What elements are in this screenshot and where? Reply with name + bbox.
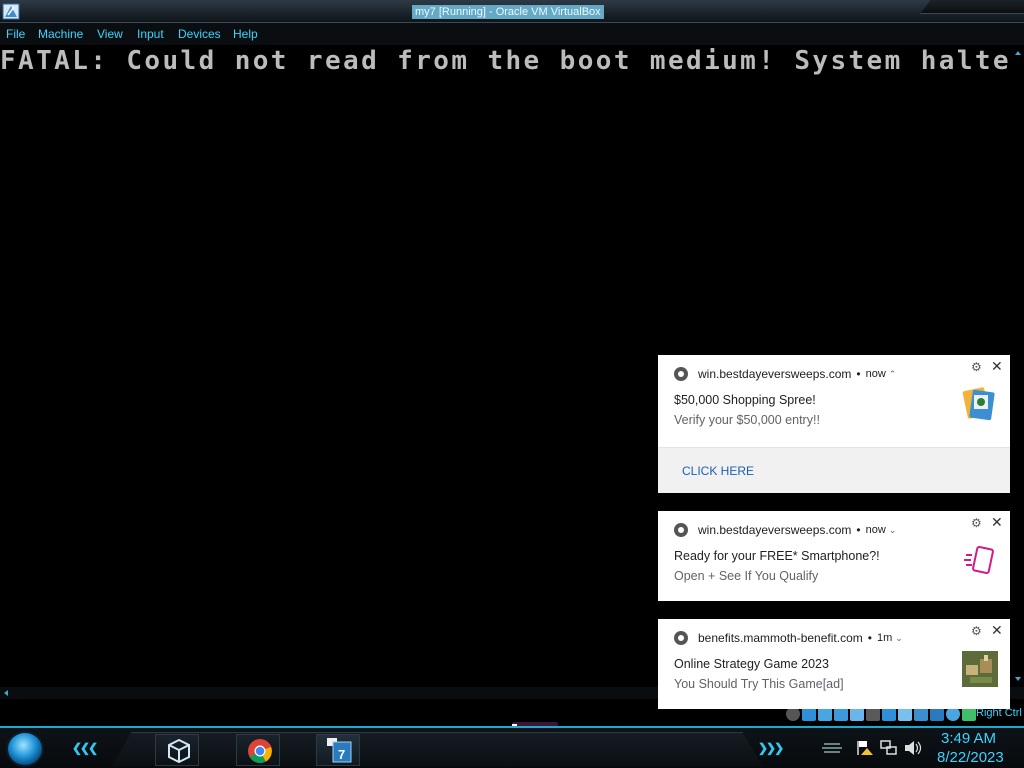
- separator-dot: •: [867, 631, 872, 645]
- gear-icon[interactable]: ⚙: [971, 516, 982, 530]
- scroll-down-arrow-icon[interactable]: [1015, 677, 1021, 681]
- close-icon[interactable]: ✕: [991, 622, 1003, 639]
- virtualbox-app-icon[interactable]: [2, 3, 20, 20]
- gear-icon[interactable]: ⚙: [971, 624, 982, 638]
- notification-body: Open + See If You Qualify: [674, 569, 819, 583]
- screen: my7 [Running] - Oracle VM VirtualBox Fil…: [0, 0, 1024, 768]
- notification-header: win.bestdayeversweeps.com • now ⌃: [674, 367, 896, 381]
- cpu-icon[interactable]: [914, 707, 928, 721]
- taskbar-chevrons-right: ❯❯❯: [758, 741, 784, 755]
- taskbar-windows7-vm-button[interactable]: 7: [316, 734, 360, 766]
- optical-drive-icon[interactable]: [802, 707, 816, 721]
- notification-time: now: [865, 368, 886, 380]
- menu-machine[interactable]: Machine: [38, 27, 83, 41]
- chevron-down-icon[interactable]: ⌄: [895, 633, 903, 644]
- menu-view[interactable]: View: [97, 27, 123, 41]
- menu-devices[interactable]: Devices: [178, 27, 221, 41]
- separator-dot: •: [856, 523, 861, 537]
- notification-source: win.bestdayeversweeps.com: [698, 523, 852, 537]
- close-icon[interactable]: ✕: [991, 358, 1003, 375]
- chevron-down-icon[interactable]: ⌄: [889, 525, 897, 536]
- window-title: my7 [Running] - Oracle VM VirtualBox: [412, 5, 604, 19]
- chrome-icon: [674, 631, 688, 645]
- boot-error-message: FATAL: Could not read from the boot medi…: [0, 46, 1012, 76]
- cards-icon: [962, 387, 995, 421]
- window-controls[interactable]: [920, 0, 1024, 14]
- mouse-integration-icon[interactable]: [946, 707, 960, 721]
- close-icon[interactable]: ✕: [991, 514, 1003, 531]
- display-icon[interactable]: [882, 707, 896, 721]
- notification-body: You Should Try This Game[ad]: [674, 677, 844, 691]
- network-icon[interactable]: [880, 740, 898, 756]
- notification-time: now: [865, 524, 886, 536]
- usb-icon[interactable]: [850, 707, 864, 721]
- flag-warning-icon[interactable]: [856, 740, 874, 756]
- notification-title: Online Strategy Game 2023: [674, 657, 829, 671]
- virtualbox-icon: [168, 738, 190, 764]
- show-hidden-icons-icon[interactable]: [820, 740, 844, 756]
- notification-toast[interactable]: win.bestdayeversweeps.com • now ⌄ ⚙ ✕ Re…: [658, 511, 1010, 601]
- notification-body: Verify your $50,000 entry!!: [674, 413, 820, 427]
- notification-source: win.bestdayeversweeps.com: [698, 367, 852, 381]
- taskbar-chevrons-left: ❮❮❮: [72, 741, 98, 755]
- keyboard-icon[interactable]: [962, 707, 976, 721]
- scroll-up-arrow-icon[interactable]: [1015, 51, 1021, 55]
- menu-bar: File Machine View Input Devices Help: [0, 23, 1024, 45]
- action-label: CLICK HERE: [682, 464, 755, 478]
- menu-input[interactable]: Input: [137, 27, 164, 41]
- chevron-up-icon[interactable]: ⌃: [889, 369, 897, 380]
- gear-icon[interactable]: ⚙: [971, 360, 982, 374]
- windows7-vm-icon: 7: [327, 738, 352, 763]
- taskbar-virtualbox-button[interactable]: [155, 734, 199, 766]
- menu-file[interactable]: File: [6, 27, 25, 41]
- notification-header: benefits.mammoth-benefit.com • 1m ⌄: [674, 631, 903, 645]
- volume-icon[interactable]: [904, 740, 922, 756]
- recording-icon[interactable]: [898, 707, 912, 721]
- audio-icon[interactable]: [818, 707, 832, 721]
- notification-header: win.bestdayeversweeps.com • now ⌄: [674, 523, 896, 537]
- shared-folder-icon[interactable]: [866, 707, 880, 721]
- notification-title: Ready for your FREE* Smartphone?!: [674, 549, 880, 563]
- start-button[interactable]: [6, 731, 44, 767]
- svg-text:7: 7: [338, 747, 345, 762]
- chrome-icon: [674, 367, 688, 381]
- status-icons: [786, 707, 976, 723]
- clock-time[interactable]: 3:49 AM: [941, 730, 996, 747]
- clock-date[interactable]: 8/22/2023: [937, 749, 1004, 766]
- separator-dot: •: [856, 367, 861, 381]
- notification-title: $50,000 Shopping Spree!: [674, 393, 816, 407]
- notification-toast[interactable]: win.bestdayeversweeps.com • now ⌃ ⚙ ✕ $5…: [658, 355, 1010, 493]
- smartphone-icon: [964, 545, 994, 575]
- harddisk-icon[interactable]: [786, 707, 800, 721]
- chrome-icon: [674, 523, 688, 537]
- notification-toast[interactable]: benefits.mammoth-benefit.com • 1m ⌄ ⚙ ✕ …: [658, 619, 1010, 709]
- menu-help[interactable]: Help: [233, 27, 258, 41]
- taskbar-chrome-button[interactable]: [236, 734, 280, 766]
- click-here-button[interactable]: CLICK HERE: [658, 447, 1010, 493]
- notification-time: 1m: [876, 632, 893, 644]
- chrome-icon: [248, 739, 272, 763]
- vm-state-icon[interactable]: [930, 707, 944, 721]
- scroll-left-arrow-icon[interactable]: [4, 690, 8, 696]
- title-bar[interactable]: my7 [Running] - Oracle VM VirtualBox: [0, 0, 1024, 23]
- task-strip: [112, 732, 762, 766]
- notification-source: benefits.mammoth-benefit.com: [698, 631, 863, 645]
- taskbar: ❮❮❮ 7 ❯❯❯ 3:49 AM 8/22/2023: [0, 726, 1024, 768]
- network-icon[interactable]: [834, 707, 848, 721]
- vertical-scrollbar[interactable]: [1012, 45, 1024, 687]
- game-thumbnail: [962, 651, 998, 687]
